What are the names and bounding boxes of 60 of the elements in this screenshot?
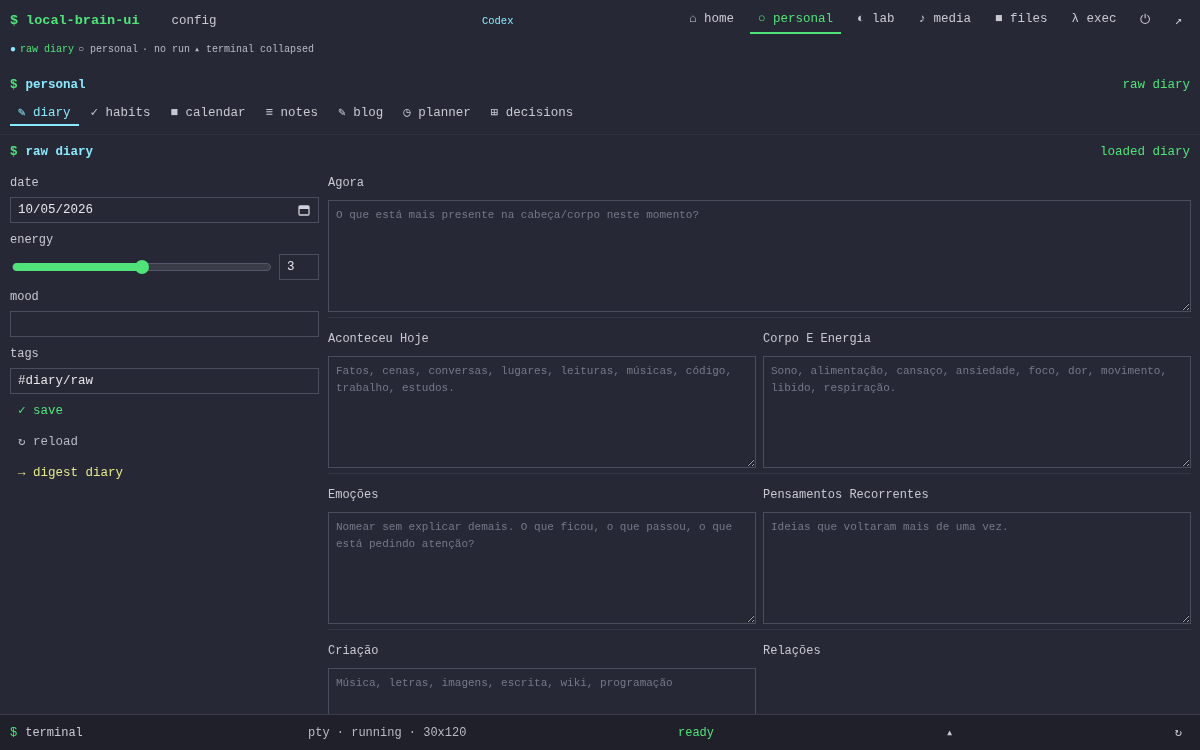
nav-tab[interactable]: ■ files — [986, 8, 1056, 34]
config-link[interactable]: config — [163, 9, 225, 33]
action-button[interactable]: → digest diary — [10, 463, 132, 483]
text-area[interactable]: Nomear sem explicar demais. O que ficou, o que passou, o que está pedindo atenção? — [328, 512, 756, 624]
date-field[interactable]: 10/05/2026 — [10, 197, 319, 223]
field-label: energy — [10, 232, 55, 249]
status-text: · no run — [142, 42, 191, 57]
tab[interactable]: ≡ notes — [257, 100, 327, 127]
field-label: Pensamentos Recorrentes — [763, 487, 930, 504]
tags-field[interactable]: #diary/raw — [10, 368, 319, 394]
text-area[interactable]: Música, letras, imagens, escrita, wiki, programação — [328, 668, 756, 714]
prompt-sign: $ — [10, 11, 19, 30]
calendar-icon[interactable] — [298, 204, 310, 216]
terminal-state: ready — [678, 724, 715, 742]
expand-toggle[interactable]: ▴ — [938, 721, 962, 744]
text-area[interactable]: Fatos, cenas, conversas, lugares, leituras, músicas, código, trabalho, estudos. — [328, 356, 756, 468]
slider-track[interactable] — [12, 263, 271, 271]
field-label: Corpo E Energia — [763, 331, 873, 348]
prompt-sign: $ — [10, 76, 18, 94]
action-button[interactable]: ↻ reload — [10, 432, 87, 452]
tab[interactable]: ◷ planner — [395, 100, 479, 127]
terminal-title: terminal — [25, 724, 83, 742]
status-text: ▴ terminal collapsed — [194, 42, 315, 57]
prompt-sign: $ — [10, 144, 18, 162]
field-label: Aconteceu Hoje — [328, 331, 430, 348]
text-area[interactable]: O que está mais presente na cabeça/corpo neste momento? — [328, 200, 1191, 312]
tab[interactable]: ✓ habits — [82, 100, 159, 127]
nav-tab[interactable]: ♪ media — [910, 8, 979, 34]
app-title: local-brain-ui — [26, 11, 140, 30]
tab[interactable]: ■ calendar — [162, 100, 254, 127]
field-label: tags — [10, 346, 40, 363]
field-label: mood — [10, 289, 40, 306]
tab[interactable]: ⊞ decisions — [482, 100, 582, 127]
slider-thumb[interactable] — [134, 260, 149, 274]
nav-tab[interactable]: λ exec — [1063, 8, 1125, 34]
status-text: loaded diary — [1100, 144, 1190, 162]
terminal-info: pty · running · 30x120 — [308, 724, 468, 742]
tab[interactable]: ✎ blog — [330, 100, 392, 127]
mood-field[interactable] — [10, 311, 319, 337]
nav-tab[interactable]: ○ personal — [749, 8, 841, 34]
section-title: personal — [25, 76, 86, 94]
status-dot: ● — [10, 42, 16, 57]
field-label: Agora — [328, 175, 365, 192]
field-label: Criação — [328, 643, 380, 660]
text-area[interactable]: Ideias que voltaram mais de uma vez. — [763, 512, 1191, 624]
text-area[interactable]: Sono, alimentação, cansaço, ansiedade, foco, dor, movimento, libido, respiração. — [763, 356, 1191, 468]
field-label: Emoções — [328, 487, 380, 504]
agent-label: Codex — [481, 14, 514, 27]
nav-tab[interactable]: ⌂ home — [680, 8, 742, 34]
nav-tab[interactable]: ◐ lab — [848, 8, 903, 34]
prompt-sign: $ — [10, 724, 18, 742]
tab[interactable]: ✎ diary — [10, 100, 79, 127]
field-label: date — [10, 175, 40, 192]
field-label: Relações — [763, 643, 822, 660]
number-field[interactable]: 3 — [279, 254, 319, 280]
status-text: raw diary — [20, 42, 75, 57]
action-button[interactable]: ✓ save — [10, 402, 72, 421]
panel-title: raw diary — [25, 144, 94, 162]
status-text: ○ personal — [78, 42, 139, 57]
status-text: raw diary — [1122, 76, 1190, 94]
